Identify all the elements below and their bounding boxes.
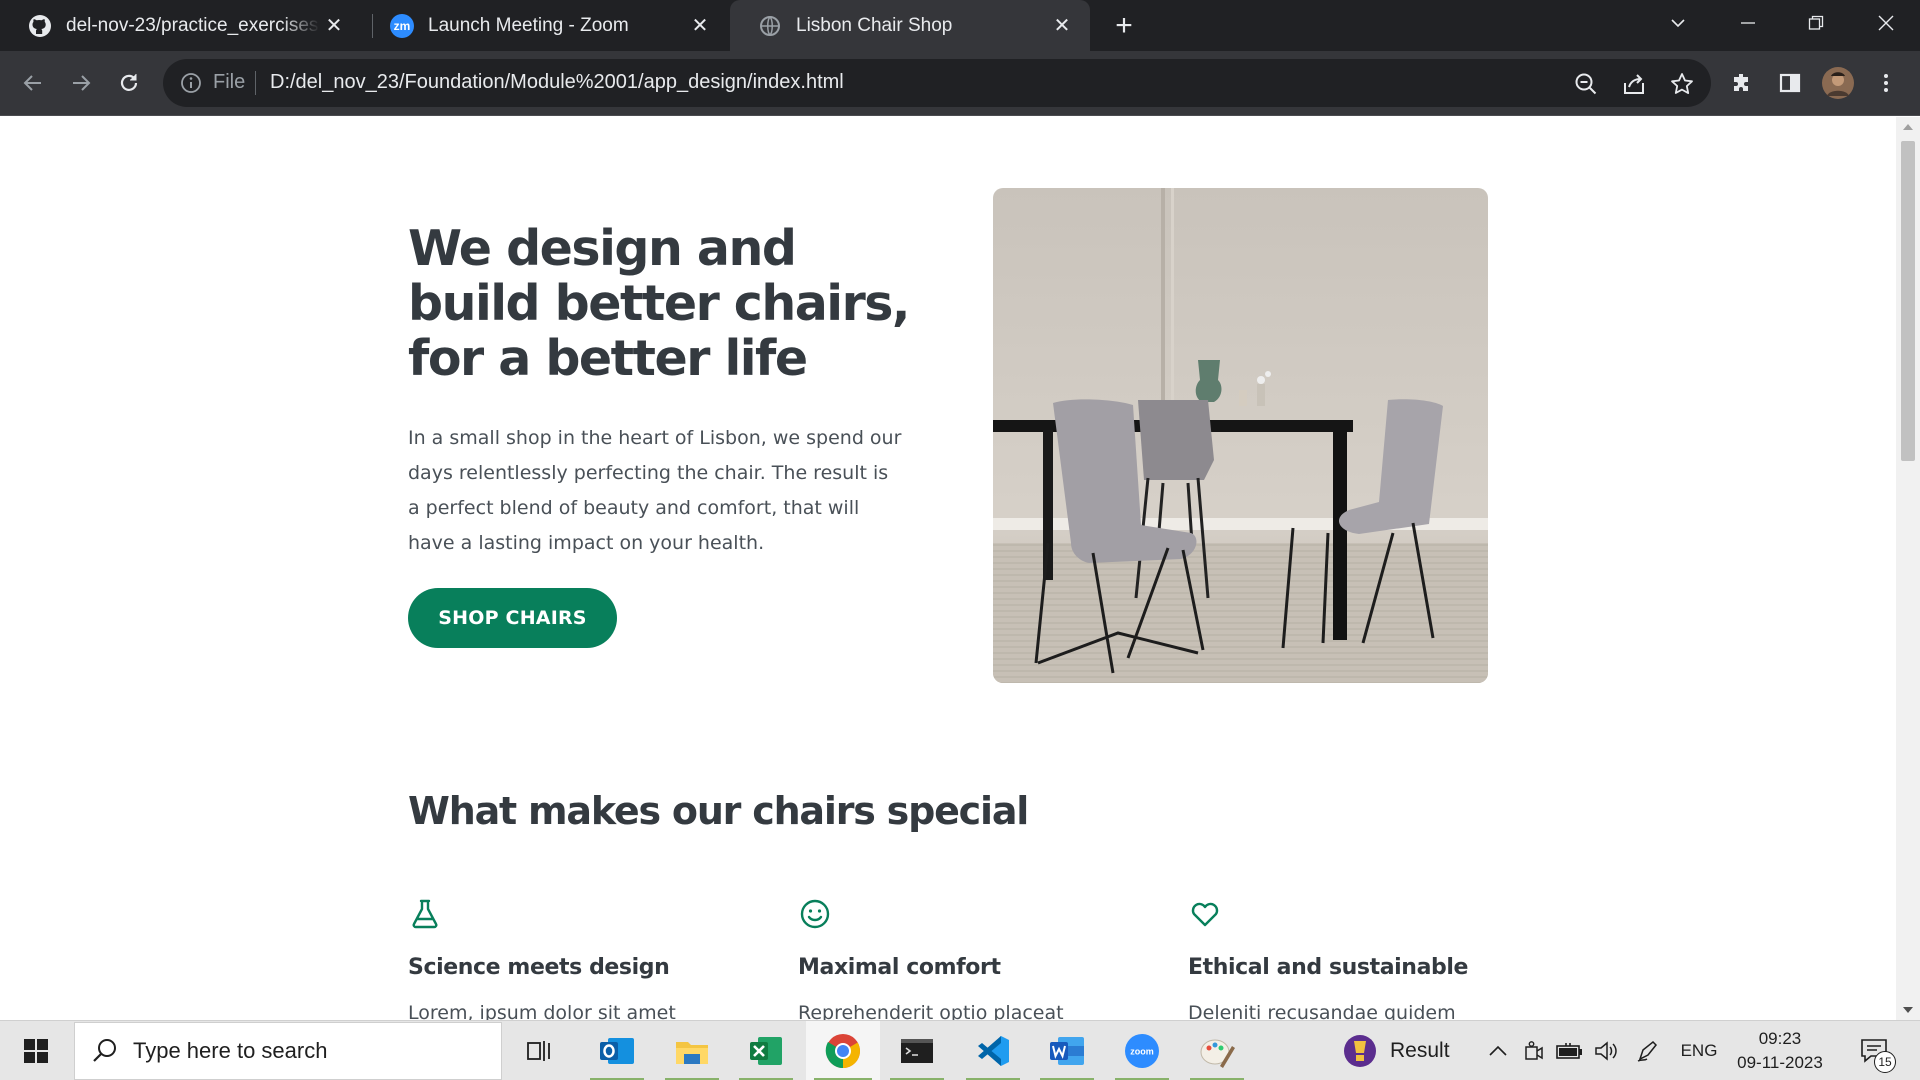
bookmark-star-icon[interactable] [1669, 71, 1695, 97]
shop-chairs-button[interactable]: SHOP CHAIRS [408, 588, 617, 648]
tab-search-icon[interactable] [1648, 0, 1708, 45]
zoom-icon[interactable]: zoom [1107, 1021, 1177, 1080]
excel-icon[interactable] [731, 1021, 801, 1080]
feature-text: Deleniti recusandae quidem [1188, 1002, 1456, 1020]
info-icon[interactable] [179, 71, 203, 95]
hero-line: In a small shop in the heart of Lisbon, … [408, 427, 902, 449]
zoom-out-icon[interactable] [1573, 71, 1599, 97]
battery-icon[interactable] [1554, 1021, 1586, 1080]
hero-line: a perfect blend of beauty and comfort, t… [408, 497, 860, 519]
flask-icon [408, 897, 442, 931]
hero-title: We design and build better chairs, for a… [408, 220, 911, 387]
url-text[interactable]: D:/del_nov_23/Foundation/Module%2001/app… [270, 71, 844, 94]
clock-time: 09:23 [1758, 1029, 1802, 1048]
paint-icon[interactable] [1182, 1021, 1252, 1080]
github-icon [28, 14, 52, 38]
file-explorer-icon[interactable] [657, 1021, 727, 1080]
language-indicator[interactable]: ENG [1676, 1021, 1722, 1080]
forward-button[interactable] [62, 64, 100, 102]
zoom-icon: zm [390, 13, 414, 38]
hero-description: In a small shop in the heart of Lisbon, … [408, 421, 908, 561]
menu-kebab-icon[interactable] [1867, 64, 1905, 102]
tab-title: Launch Meeting - Zoom [428, 14, 629, 36]
feature-title: Science meets design [408, 955, 670, 980]
windows-taskbar: Type here to search zoom Result ENG 09:2… [0, 1020, 1920, 1080]
notification-center-icon[interactable]: 15 [1852, 1021, 1896, 1080]
vscode-icon[interactable] [958, 1021, 1028, 1080]
search-placeholder: Type here to search [133, 1038, 328, 1063]
widget-label: Result [1390, 1039, 1450, 1062]
close-icon[interactable]: ✕ [320, 12, 348, 40]
divider [255, 71, 256, 95]
scrollbar-thumb[interactable] [1901, 141, 1915, 461]
back-button[interactable] [14, 64, 52, 102]
feature-title: Maximal comfort [798, 955, 1001, 980]
tab-zoom[interactable]: zm Launch Meeting - Zoom ✕ [362, 0, 728, 51]
task-view-icon[interactable] [505, 1021, 575, 1080]
scheme-label: File [213, 71, 246, 93]
svg-text:zoom: zoom [1130, 1047, 1154, 1057]
feature-card: Ethical and sustainable Deleniti recusan… [1188, 897, 1528, 1020]
close-icon[interactable]: ✕ [1048, 12, 1076, 40]
close-window-button[interactable] [1856, 0, 1916, 45]
show-hidden-icons-icon[interactable] [1484, 1021, 1512, 1080]
scroll-up-arrow-icon[interactable] [1896, 117, 1920, 137]
search-icon [91, 1037, 119, 1065]
minimize-button[interactable] [1718, 0, 1778, 45]
tab-github[interactable]: del-nov-23/practice_exercises at ✕ [0, 0, 362, 51]
clock-date: 09-11-2023 [1737, 1053, 1823, 1072]
new-tab-button[interactable]: + [1106, 8, 1142, 44]
restore-button[interactable] [1786, 0, 1846, 45]
pen-icon[interactable] [1634, 1021, 1662, 1080]
hero-line: have a lasting impact on your health. [408, 532, 765, 554]
chrome-icon[interactable] [806, 1021, 880, 1080]
tab-title: del-nov-23/practice_exercises at [66, 14, 320, 36]
smiley-icon [798, 897, 832, 931]
tab-strip: del-nov-23/practice_exercises at ✕ zm La… [0, 0, 1920, 51]
globe-icon [758, 14, 782, 38]
close-icon[interactable]: ✕ [686, 12, 714, 40]
feature-title: Ethical and sustainable [1188, 955, 1469, 980]
tab-lisbon-chair-shop[interactable]: Lisbon Chair Shop ✕ [730, 0, 1090, 51]
extensions-icon[interactable] [1723, 64, 1761, 102]
address-bar[interactable]: File D:/del_nov_23/Foundation/Module%200… [163, 59, 1711, 107]
meet-now-icon[interactable] [1520, 1021, 1548, 1080]
word-icon[interactable] [1032, 1021, 1102, 1080]
heart-icon [1188, 897, 1222, 931]
avatar[interactable] [1819, 64, 1857, 102]
tab-title: Lisbon Chair Shop [796, 14, 953, 36]
page-viewport: We design and build better chairs, for a… [0, 117, 1896, 1020]
vertical-scrollbar[interactable] [1896, 117, 1920, 1020]
cricket-worldcup-icon [1344, 1035, 1376, 1067]
volume-icon[interactable] [1592, 1021, 1620, 1080]
share-icon[interactable] [1621, 71, 1647, 97]
feature-card: Science meets design Lorem, ipsum dolor … [408, 897, 748, 1020]
feature-text: Lorem, ipsum dolor sit amet [408, 1002, 676, 1020]
section-title: What makes our chairs special [408, 789, 1029, 833]
terminal-icon[interactable] [882, 1021, 952, 1080]
notification-count-badge: 15 [1874, 1051, 1896, 1073]
taskbar-search-box[interactable]: Type here to search [74, 1022, 502, 1080]
feature-text: Reprehenderit optio placeat [798, 1002, 1064, 1020]
hero-line: days relentlessly perfecting the chair. … [408, 462, 889, 484]
side-panel-icon[interactable] [1771, 64, 1809, 102]
widget-result[interactable]: Result [1342, 1021, 1462, 1080]
outlook-icon[interactable] [582, 1021, 652, 1080]
feature-card: Maximal comfort Reprehenderit optio plac… [798, 897, 1138, 1020]
reload-button[interactable] [110, 64, 148, 102]
hero-chairs-image [993, 188, 1488, 683]
browser-toolbar: File D:/del_nov_23/Foundation/Module%200… [0, 51, 1920, 116]
system-clock[interactable]: 09:23 09-11-2023 [1725, 1027, 1835, 1075]
windows-start-button[interactable] [0, 1021, 72, 1080]
scroll-down-arrow-icon[interactable] [1896, 1000, 1920, 1020]
